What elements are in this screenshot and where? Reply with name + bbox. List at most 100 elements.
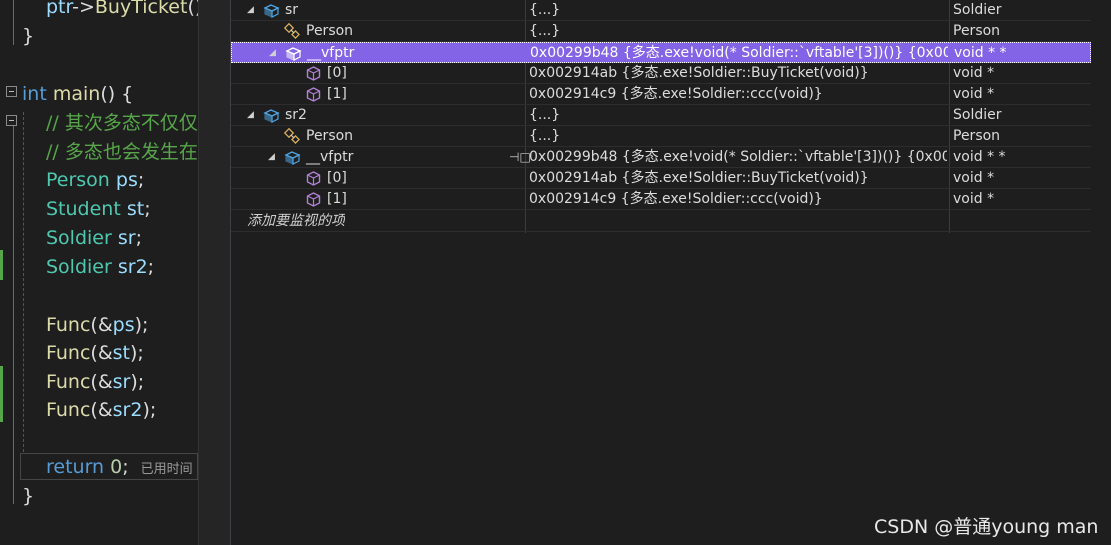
object-icon (263, 107, 280, 124)
watch-value: {...} (529, 23, 561, 39)
add-watch-row[interactable]: 添加要监视的项 (231, 211, 1091, 232)
watch-row[interactable]: [0] 0x002914ab {多态.exe!Soldier::BuyTicket… (231, 63, 1091, 84)
code-text: return 0; 已用时间 (46, 453, 193, 484)
code-line[interactable]: ptr->BuyTicket() (0, 0, 198, 22)
code-line[interactable]: Func(&sr2); (0, 396, 198, 425)
watch-type: Soldier (953, 107, 1002, 123)
code-line[interactable]: // 多态也会发生在 (0, 138, 198, 167)
code-token: Func (46, 342, 91, 364)
watch-value: 0x00299b48 {多态.exe!void(* Soldier::`vfta… (529, 149, 947, 165)
watch-value: 0x00299b48 {多态.exe!void(* Soldier::`vfta… (530, 45, 948, 61)
code-token: ps (115, 169, 138, 191)
watch-name-cell: [1] (289, 84, 347, 104)
watch-row[interactable]: ◢ __vfptr 0x00299b48 {多态.exe!void(* Soldie… (231, 42, 1091, 63)
code-line[interactable] (0, 51, 198, 80)
code-editor[interactable]: ptr->BuyTicket()} int main() { // 其次多态不仅仅 /… (0, 0, 198, 545)
watch-row[interactable]: [1] 0x002914c9 {多态.exe!Soldier::ccc(void)… (231, 84, 1091, 105)
code-line[interactable] (0, 425, 198, 454)
object-icon (285, 45, 302, 62)
code-text: } (22, 22, 34, 51)
watch-name-cell: [0] (289, 168, 347, 188)
watch-name: sr2 (285, 107, 307, 123)
code-token: ; (147, 256, 155, 278)
watch-row[interactable]: ◢ sr2 {...} Soldier (231, 105, 1091, 126)
code-line[interactable] (0, 282, 198, 311)
watch-value: {...} (529, 107, 561, 123)
watch-name-cell: [1] (289, 189, 347, 209)
watch-value: 0x002914ab {多态.exe!Soldier::BuyTicket(vo… (529, 65, 869, 81)
code-line[interactable]: Student st; (0, 195, 198, 224)
watch-value: {...} (529, 2, 561, 18)
code-line[interactable]: Soldier sr; (0, 224, 198, 253)
watch-type: Soldier (953, 2, 1002, 18)
code-token: BuyTicket (94, 0, 188, 18)
code-token: return (46, 456, 105, 478)
code-line[interactable]: Func(&ps); (0, 311, 198, 340)
watch-window[interactable]: ◢ sr {...} Soldier Person {...} Person ◢ __vfptr… (231, 0, 1111, 545)
code-token: () (187, 0, 198, 18)
pane-splitter[interactable] (198, 0, 231, 545)
code-text: Person ps; (46, 166, 144, 195)
watch-name-cell: Person (268, 126, 353, 146)
code-token: ; (144, 198, 151, 220)
code-token: ; (137, 169, 145, 191)
expand-toggle-icon[interactable]: ◢ (247, 110, 257, 120)
watch-name: [1] (327, 191, 347, 207)
code-token: sr2 (117, 256, 148, 278)
watch-row[interactable]: ◢ __vfptr ⊣□ 0x00299b48 {多态.exe!void(* Sold… (231, 147, 1091, 168)
code-text: Soldier sr2; (46, 253, 154, 282)
code-token: ps (112, 314, 135, 336)
code-line[interactable]: Soldier sr2; (0, 253, 198, 282)
code-token: ); (134, 314, 149, 336)
code-line[interactable]: // 其次多态不仅仅 (0, 109, 198, 138)
watermark: CSDN @普通young man (874, 516, 1099, 538)
code-line[interactable]: Func(&st); (0, 339, 198, 368)
watch-value: {...} (529, 128, 561, 144)
code-token: Func (46, 371, 91, 393)
code-token: ); (130, 342, 144, 364)
code-token: main (52, 83, 101, 105)
member-cube-icon (305, 170, 322, 187)
watch-row[interactable]: [0] 0x002914ab {多态.exe!Soldier::BuyTicket… (231, 168, 1091, 189)
member-cube-icon (305, 191, 322, 208)
code-token: sr2 (112, 399, 143, 421)
code-line[interactable]: } (0, 22, 198, 51)
code-text: Func(&st); (46, 339, 144, 368)
pin-icon[interactable]: ⊣□ (509, 150, 531, 164)
code-token: Func (46, 314, 91, 336)
watch-type: void * * (953, 149, 1006, 165)
code-line[interactable]: Func(&sr); (0, 368, 198, 397)
code-line[interactable]: Person ps; (0, 166, 198, 195)
base-class-icon (283, 22, 301, 40)
base-class-icon (283, 127, 301, 145)
code-text: Soldier sr; (46, 224, 142, 253)
watch-name: [0] (327, 170, 347, 186)
expand-toggle-icon[interactable]: ◢ (269, 48, 279, 58)
code-line[interactable]: return 0; 已用时间 (0, 453, 198, 482)
watch-row[interactable]: ◢ sr {...} Soldier (231, 0, 1091, 21)
code-token: (& (90, 399, 113, 421)
code-token: () { (100, 83, 134, 105)
watch-name: __vfptr (307, 45, 355, 61)
watch-row[interactable]: [1] 0x002914c9 {多态.exe!Soldier::ccc(void)… (231, 189, 1091, 210)
code-token: // 多态也会发生在 (46, 141, 198, 163)
watch-name-cell: ◢ sr2 (247, 105, 307, 125)
code-line[interactable]: } (0, 482, 198, 511)
watch-name: __vfptr (306, 149, 354, 165)
code-token: ; (135, 227, 142, 249)
code-token: // 其次多态不仅仅 (46, 112, 198, 134)
add-watch-placeholder[interactable]: 添加要监视的项 (247, 211, 345, 231)
code-text: Func(&ps); (46, 311, 148, 340)
watch-type: void * (953, 191, 995, 207)
code-token: ; (122, 456, 129, 478)
expand-toggle-icon[interactable]: ◢ (247, 5, 257, 15)
watch-row[interactable]: Person {...} Person (231, 126, 1091, 147)
watch-name-cell: Person (268, 21, 353, 41)
watch-row[interactable]: Person {...} Person (231, 21, 1091, 42)
watch-type: void * (953, 65, 995, 81)
code-token: int (22, 83, 47, 105)
code-line[interactable]: int main() { (0, 80, 198, 109)
watch-type: Person (953, 128, 1001, 144)
expand-toggle-icon[interactable]: ◢ (268, 152, 278, 162)
code-token: -> (72, 0, 95, 18)
